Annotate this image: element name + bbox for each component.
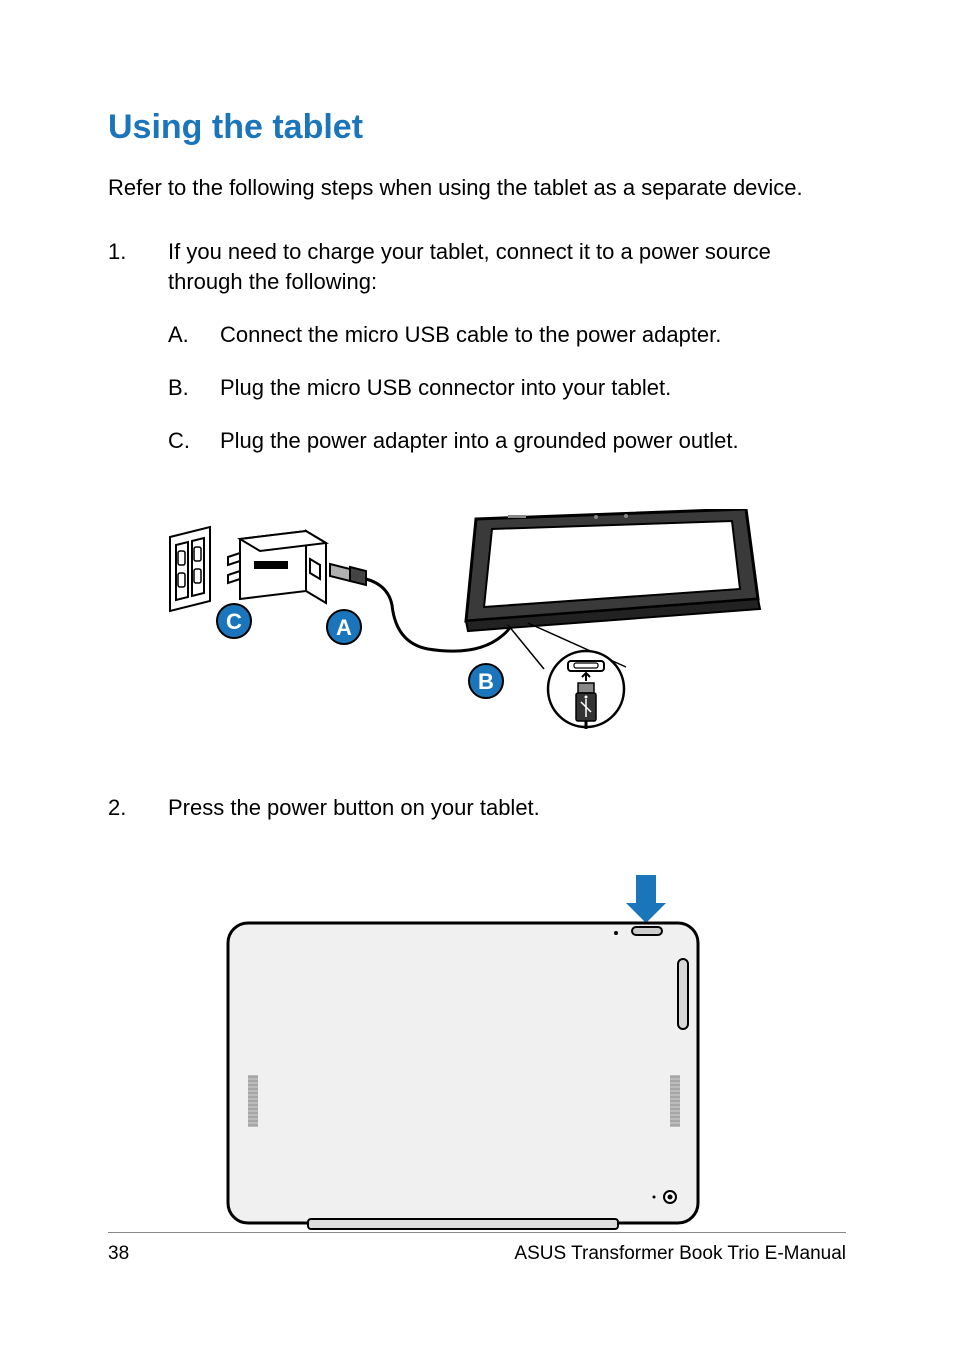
power-outlet-icon: [170, 527, 210, 611]
step-text: If you need to charge your tablet, conne…: [168, 237, 846, 299]
charging-diagram: C A B: [108, 509, 846, 733]
power-button-diagram-svg: [218, 875, 713, 1235]
substep-text: Plug the micro USB connector into your t…: [220, 373, 846, 404]
step-2: 2. Press the power button on your tablet…: [108, 793, 846, 846]
substep-b: B. Plug the micro USB connector into you…: [168, 373, 846, 404]
intro-text: Refer to the following steps when using …: [108, 173, 846, 203]
callout-line: [508, 625, 544, 669]
press-arrow-icon: [626, 875, 666, 923]
step-1: 1. If you need to charge your tablet, co…: [108, 237, 846, 479]
svg-text:B: B: [478, 669, 494, 694]
callout-b: B: [469, 664, 503, 698]
callout-a: A: [327, 610, 361, 644]
substep-letter: B.: [168, 373, 220, 404]
power-adapter-icon: [228, 531, 326, 603]
manual-page: Using the tablet Refer to the following …: [0, 0, 954, 1345]
step-number: 2.: [108, 793, 168, 846]
svg-text:A: A: [336, 615, 352, 640]
tablet-front-icon: [466, 509, 760, 631]
usb-plug-icon: [330, 564, 366, 585]
substep-text: Plug the power adapter into a grounded p…: [220, 426, 846, 457]
micro-usb-detail: [548, 651, 624, 729]
substep-a: A. Connect the micro USB cable to the po…: [168, 320, 846, 351]
page-footer: 38 ASUS Transformer Book Trio E-Manual: [108, 1232, 846, 1265]
tablet-back-icon: [228, 923, 698, 1229]
step-text: Press the power button on your tablet.: [168, 793, 846, 824]
power-button-diagram: [108, 875, 846, 1235]
charging-diagram-svg: C A B: [158, 509, 768, 733]
callout-c: C: [217, 604, 251, 638]
substep-letter: A.: [168, 320, 220, 351]
page-number: 38: [108, 1243, 129, 1265]
steps-list: 1. If you need to charge your tablet, co…: [108, 237, 846, 1236]
substep-text: Connect the micro USB cable to the power…: [220, 320, 846, 351]
substep-c: C. Plug the power adapter into a grounde…: [168, 426, 846, 457]
manual-title: ASUS Transformer Book Trio E-Manual: [514, 1243, 846, 1265]
svg-text:C: C: [226, 609, 242, 634]
page-heading: Using the tablet: [108, 108, 846, 147]
step-number: 1.: [108, 237, 168, 479]
substep-letter: C.: [168, 426, 220, 457]
